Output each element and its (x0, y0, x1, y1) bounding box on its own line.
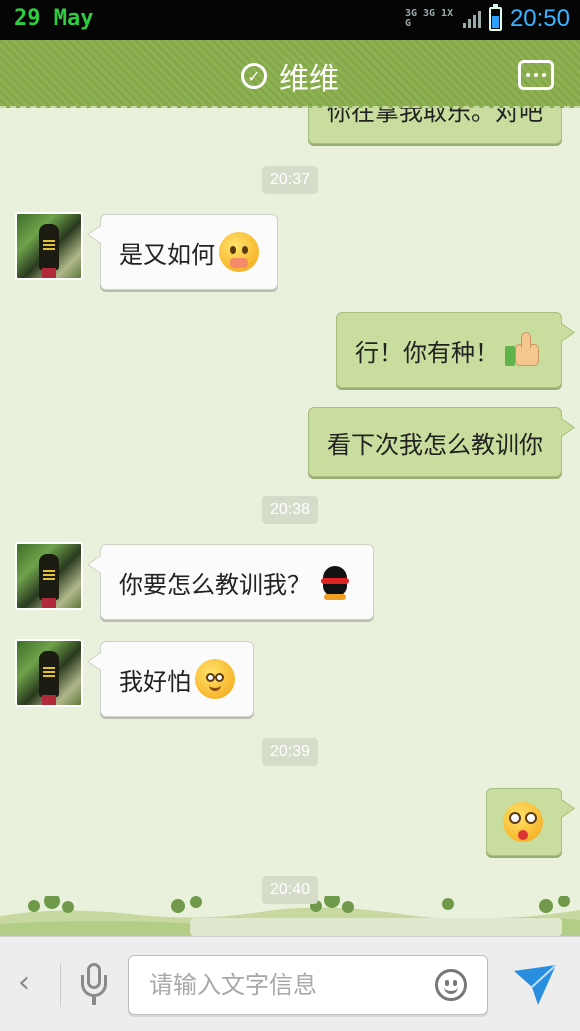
message-text: 你在拿我取乐。对吧 (327, 108, 543, 126)
input-bar: ‹ (0, 936, 580, 1031)
contact-avatar[interactable] (15, 639, 83, 707)
thumbs-up-emoji-icon (503, 330, 543, 370)
scared-emoji-icon (195, 659, 235, 699)
timestamp: 20:40 (261, 876, 319, 904)
outgoing-message[interactable]: 看下次我怎么教训你 (308, 407, 562, 477)
send-icon[interactable] (512, 961, 558, 1007)
incoming-message[interactable]: 是又如何 (100, 214, 278, 290)
message-text: 行！你有种！ (355, 338, 499, 367)
more-options-button[interactable] (518, 60, 554, 90)
contact-avatar[interactable] (15, 212, 83, 280)
network-type: 3G 3G 1X G (404, 8, 454, 29)
shy-emoji-icon (219, 232, 259, 272)
contact-avatar[interactable] (15, 542, 83, 610)
check-circle-icon: ✓ (241, 63, 267, 89)
incoming-message[interactable]: 你要怎么教训我？ (100, 544, 374, 620)
message-input[interactable] (129, 956, 419, 1014)
signal-icon (462, 10, 481, 28)
message-text: 你要怎么教训我？ (119, 570, 311, 599)
message-list[interactable]: 你在拿我取乐。对吧 20:37 是又如何 行！你有种！ 看下次我怎么教训你 20… (0, 108, 580, 936)
divider (60, 963, 61, 1007)
contact-name: 维维 (279, 62, 339, 97)
timestamp: 20:39 (261, 738, 319, 766)
ninja-penguin-emoji-icon (315, 562, 355, 602)
status-time: 20:50 (509, 5, 570, 32)
message-text: 是又如何 (119, 240, 215, 269)
chat-header: ✓ 维维 (0, 40, 580, 108)
incoming-message[interactable]: 我好怕 (100, 641, 254, 717)
message-text: 看下次我怎么教训你 (327, 430, 543, 459)
shocked-emoji-icon (503, 802, 543, 842)
message-input-container (128, 955, 488, 1015)
microphone-icon[interactable] (80, 963, 108, 1007)
status-date: 29 May (14, 6, 94, 31)
outgoing-message[interactable] (486, 788, 562, 856)
battery-icon (488, 4, 502, 31)
message-text: 我好怕 (119, 667, 191, 696)
collapse-arrow-button[interactable]: ‹ (18, 965, 30, 1000)
timestamp: 20:38 (261, 496, 319, 524)
outgoing-message[interactable]: 你在拿我取乐。对吧 (308, 108, 562, 144)
status-bar: 29 May 3G 3G 1X G 20:50 (0, 0, 580, 40)
smiley-icon[interactable] (435, 969, 467, 1001)
timestamp: 20:37 (261, 166, 319, 194)
outgoing-message[interactable]: 行！你有种！ (336, 312, 562, 388)
